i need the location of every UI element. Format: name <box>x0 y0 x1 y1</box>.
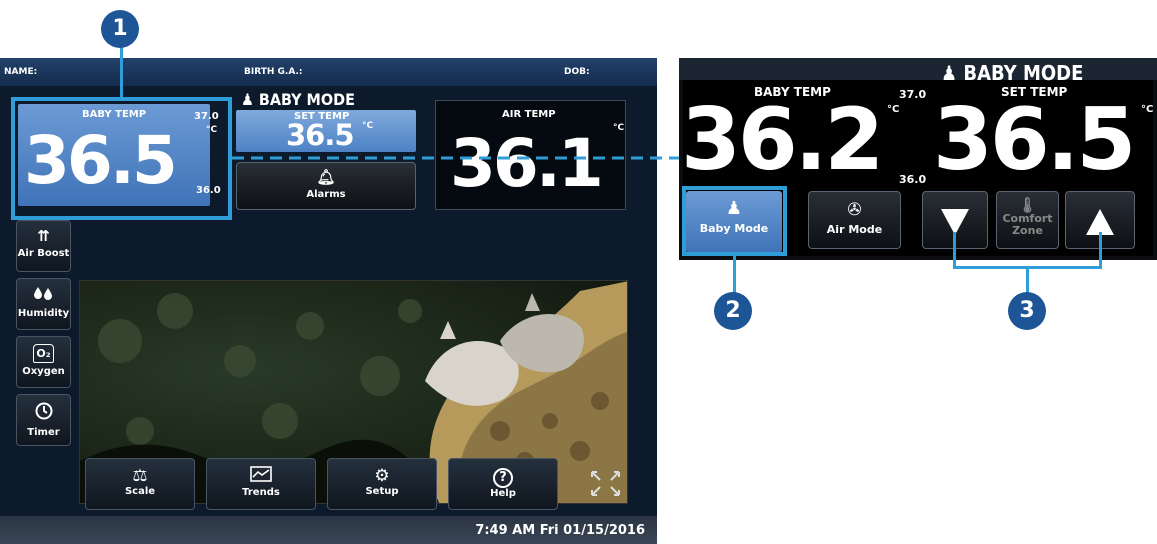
birth-ga-label: BIRTH G.A.: <box>244 67 303 77</box>
help-label: Help <box>490 488 516 499</box>
oxygen-glyph: O₂ <box>33 344 54 363</box>
gears-icon: ⚙ <box>374 466 390 486</box>
zoom-set-temp-value: 36.5 <box>933 90 1136 190</box>
zoom-mode-title: ♟ BABY MODE <box>941 62 1083 84</box>
help-icon: ? <box>449 466 557 488</box>
air-boost-icon: ⇈ <box>37 227 50 245</box>
air-boost-label: Air Boost <box>17 248 70 259</box>
humidity-button[interactable]: Humidity <box>16 278 71 330</box>
timer-icon <box>17 402 70 424</box>
zoom-header <box>679 58 1157 80</box>
callout-2: 2 <box>714 292 752 330</box>
status-bar: 7:49 AM Fri 01/15/2016 <box>0 516 657 544</box>
fan-icon: ✇ <box>847 200 862 220</box>
callout-3-leader <box>1026 266 1029 294</box>
alarms-label: Alarms <box>306 189 346 200</box>
trends-label: Trends <box>242 487 280 498</box>
trends-button[interactable]: Trends <box>206 458 316 510</box>
callout-3-right-leg <box>1099 232 1102 268</box>
humidity-icon <box>17 286 70 305</box>
air-temp-label: AIR TEMP <box>502 109 556 120</box>
comfort-zone-label-2: Zone <box>1012 224 1043 237</box>
air-boost-button[interactable]: ⇈ Air Boost <box>16 220 71 272</box>
name-label: NAME: <box>4 67 38 77</box>
setup-button[interactable]: ⚙ Setup <box>327 458 437 510</box>
oxygen-button[interactable]: O₂ Oxygen <box>16 336 71 388</box>
zoom-baby-temp-high: 37.0 <box>899 88 927 101</box>
callout-2-leader <box>733 256 736 294</box>
zoom-mode-title-text: BABY MODE <box>963 61 1084 85</box>
set-temp-unit: °C <box>362 121 374 131</box>
help-button[interactable]: ? Help <box>448 458 558 510</box>
baby-temp-highlight <box>11 97 232 220</box>
dob-label: DOB: <box>564 67 590 77</box>
timer-label: Timer <box>27 427 60 438</box>
callout-1-leader <box>120 44 123 97</box>
dashed-connector <box>232 156 734 188</box>
baby-icon: ♟ <box>941 61 958 85</box>
scale-label: Scale <box>124 486 156 497</box>
baby-icon: ♟ <box>241 90 254 109</box>
patient-info-bar: NAME: BIRTH G.A.: DOB: <box>0 58 657 86</box>
zoom-baby-temp-value: 36.2 <box>681 90 884 190</box>
mode-title: ♟ BABY MODE <box>241 90 355 109</box>
zoom-baby-temp-low: 36.0 <box>899 173 927 186</box>
oxygen-icon: O₂ <box>17 344 70 363</box>
help-glyph: ? <box>493 468 513 488</box>
zoom-baby-temp-unit: °C <box>887 104 900 115</box>
thermometer-icon: 🌡︎ <box>1017 196 1038 214</box>
trends-icon <box>207 466 315 487</box>
setup-label: Setup <box>365 486 399 497</box>
oxygen-label: Oxygen <box>22 366 65 377</box>
air-mode-button[interactable]: ✇ Air Mode <box>808 191 901 249</box>
set-temp-value: 36.5 <box>286 118 355 152</box>
callout-1: 1 <box>101 10 139 48</box>
scale-button[interactable]: ⚖ Scale <box>85 458 195 510</box>
zoom-set-temp-unit: °C <box>1141 104 1154 115</box>
timer-button[interactable]: Timer <box>16 394 71 446</box>
comfort-zone-button[interactable]: 🌡︎ Comfort Zone <box>996 191 1059 249</box>
air-temp-unit: °C <box>613 123 625 133</box>
baby-mode-highlight <box>682 186 787 256</box>
callout-3: 3 <box>1008 292 1046 330</box>
air-mode-label: Air Mode <box>826 223 883 236</box>
scale-icon: ⚖ <box>132 466 148 486</box>
humidity-label: Humidity <box>17 308 70 319</box>
set-temp-tile[interactable]: SET TEMP 36.5 °C <box>236 110 416 152</box>
mode-title-text: BABY MODE <box>258 90 355 109</box>
callout-3-left-leg <box>953 232 956 268</box>
clock: 7:49 AM Fri 01/15/2016 <box>475 523 645 538</box>
